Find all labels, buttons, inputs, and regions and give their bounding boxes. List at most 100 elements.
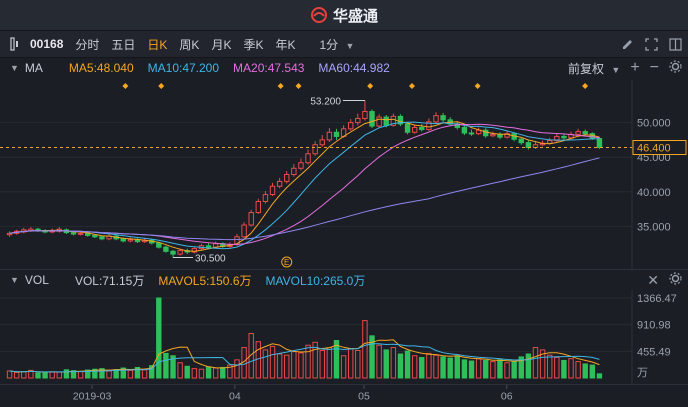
volume-y-axis: 1366.47 910.98 455.49 万 bbox=[637, 293, 677, 379]
candle-body bbox=[120, 238, 126, 242]
volume-bar bbox=[468, 360, 475, 379]
tab-daily-k[interactable]: 日K bbox=[141, 36, 173, 53]
candle-body bbox=[92, 234, 98, 238]
price-annotations: 53.200 30.500 E bbox=[122, 83, 589, 268]
volume-ma-lines bbox=[9, 339, 600, 373]
adjust-select[interactable]: 前复权 ▼ bbox=[568, 60, 620, 77]
volume-bar bbox=[220, 366, 226, 379]
sidebar-toggle-icon[interactable] bbox=[8, 35, 26, 53]
volume-indicator-name[interactable]: VOL bbox=[25, 273, 49, 287]
add-indicator-icon[interactable]: + bbox=[630, 59, 639, 77]
volume-bar bbox=[397, 353, 404, 379]
price-indicator-bar: ▼ MA MA5:48.040 MA10:47.200 MA20:47.543 … bbox=[0, 58, 688, 78]
volume-bar bbox=[13, 371, 20, 379]
volume-bar bbox=[163, 352, 169, 379]
brand: 华盛通 bbox=[310, 5, 378, 26]
current-price-label: 46.400 bbox=[637, 143, 671, 155]
volume-bar bbox=[383, 349, 389, 379]
candle-body bbox=[77, 232, 84, 235]
volume-bar bbox=[291, 351, 297, 379]
candle-body bbox=[333, 131, 340, 137]
candle-body bbox=[255, 200, 262, 214]
volume-chart[interactable]: 1366.47 910.98 455.49 万 bbox=[0, 290, 688, 384]
dividend-marker-icon[interactable] bbox=[295, 83, 302, 89]
moving-average-lines bbox=[9, 118, 600, 252]
date-tick-label: 05 bbox=[358, 390, 370, 402]
minute-select[interactable]: 1分 ▼ bbox=[313, 36, 360, 53]
candle-body bbox=[99, 236, 105, 240]
dividend-marker-icon[interactable] bbox=[277, 83, 284, 89]
candle-body bbox=[312, 144, 318, 155]
collapse-triangle-icon[interactable]: ▼ bbox=[10, 63, 19, 73]
candle-body bbox=[369, 111, 375, 127]
dividend-marker-icon[interactable] bbox=[158, 83, 165, 89]
candle-body bbox=[362, 111, 368, 119]
volume-bar bbox=[419, 357, 425, 379]
candle-body bbox=[212, 243, 219, 248]
draw-pen-icon[interactable] bbox=[618, 36, 636, 54]
close-icon[interactable]: ✕ bbox=[647, 272, 659, 289]
tab-five-day[interactable]: 五日 bbox=[105, 36, 141, 53]
candle-body bbox=[269, 185, 276, 196]
ma5-line bbox=[9, 118, 600, 252]
collapse-triangle-icon[interactable]: ▼ bbox=[10, 275, 19, 285]
volume-bar bbox=[404, 350, 411, 379]
tab-yearly-k[interactable]: 年K bbox=[269, 36, 301, 53]
volume-bar bbox=[77, 371, 84, 379]
volume-bar bbox=[184, 365, 190, 379]
candle-body bbox=[376, 116, 382, 127]
volume-bar bbox=[284, 354, 290, 379]
volume-bar bbox=[568, 358, 574, 379]
date-tick-label: 04 bbox=[229, 390, 241, 402]
ma20-value: MA20:47.543 bbox=[233, 61, 305, 75]
candle-body bbox=[291, 167, 297, 176]
candle-body bbox=[248, 212, 254, 226]
volume-bar bbox=[554, 357, 560, 379]
volume-bar bbox=[234, 359, 240, 379]
price-grid bbox=[0, 80, 633, 269]
candle-body bbox=[525, 142, 532, 149]
minimize-icon[interactable]: − bbox=[650, 59, 659, 77]
volume-bar bbox=[461, 359, 468, 379]
tab-weekly-k[interactable]: 周K bbox=[173, 36, 205, 53]
tab-timeshare[interactable]: 分时 bbox=[69, 36, 105, 53]
settings-gear-icon[interactable] bbox=[669, 60, 682, 76]
volume-bar bbox=[42, 372, 48, 379]
volume-bar bbox=[6, 370, 13, 379]
volume-bar bbox=[355, 349, 361, 379]
volume-tick-label: 1366.47 bbox=[637, 293, 677, 305]
stock-code: 00168 bbox=[30, 37, 64, 51]
tab-monthly-k[interactable]: 月K bbox=[205, 36, 237, 53]
volume-bar bbox=[483, 359, 489, 379]
dividend-marker-icon[interactable] bbox=[122, 83, 129, 89]
dividend-marker-icon[interactable] bbox=[474, 83, 481, 89]
candle-body bbox=[276, 180, 283, 187]
candlestick-chart[interactable]: 53.20030.500 E 50.00045.00040.00035.00046… bbox=[0, 80, 688, 269]
settings-gear-icon[interactable] bbox=[669, 272, 682, 288]
layout-icon[interactable] bbox=[666, 36, 684, 54]
minute-select-value: 1分 bbox=[319, 37, 339, 52]
high-price-label: 53.200 bbox=[310, 96, 341, 107]
volume-bar bbox=[156, 297, 162, 379]
ma10-line bbox=[9, 121, 600, 250]
volume-indicator-bar: ▼ VOL VOL:71.15万 MAVOL5:150.6万 MAVOL10:2… bbox=[0, 270, 688, 290]
volume-bar bbox=[340, 355, 347, 379]
dividend-marker-icon[interactable] bbox=[408, 83, 415, 89]
candle-body bbox=[411, 126, 418, 133]
volume-bar bbox=[127, 369, 134, 379]
price-indicator-name[interactable]: MA bbox=[25, 61, 43, 75]
dividend-marker-icon[interactable] bbox=[582, 83, 589, 89]
volume-tick-label: 910.98 bbox=[637, 320, 671, 332]
tab-quarterly-k[interactable]: 季K bbox=[237, 36, 269, 53]
candle-body bbox=[561, 135, 567, 139]
volume-bar bbox=[198, 368, 205, 379]
volume-bar bbox=[56, 371, 63, 379]
volume-bar bbox=[298, 352, 304, 379]
candle-body bbox=[284, 174, 290, 182]
candle-body bbox=[241, 224, 247, 238]
candle-body bbox=[461, 126, 468, 134]
dividend-marker-icon[interactable] bbox=[367, 83, 374, 89]
volume-bar bbox=[106, 370, 112, 379]
fullscreen-icon[interactable] bbox=[642, 36, 660, 54]
price-tick-label: 40.000 bbox=[637, 187, 671, 199]
